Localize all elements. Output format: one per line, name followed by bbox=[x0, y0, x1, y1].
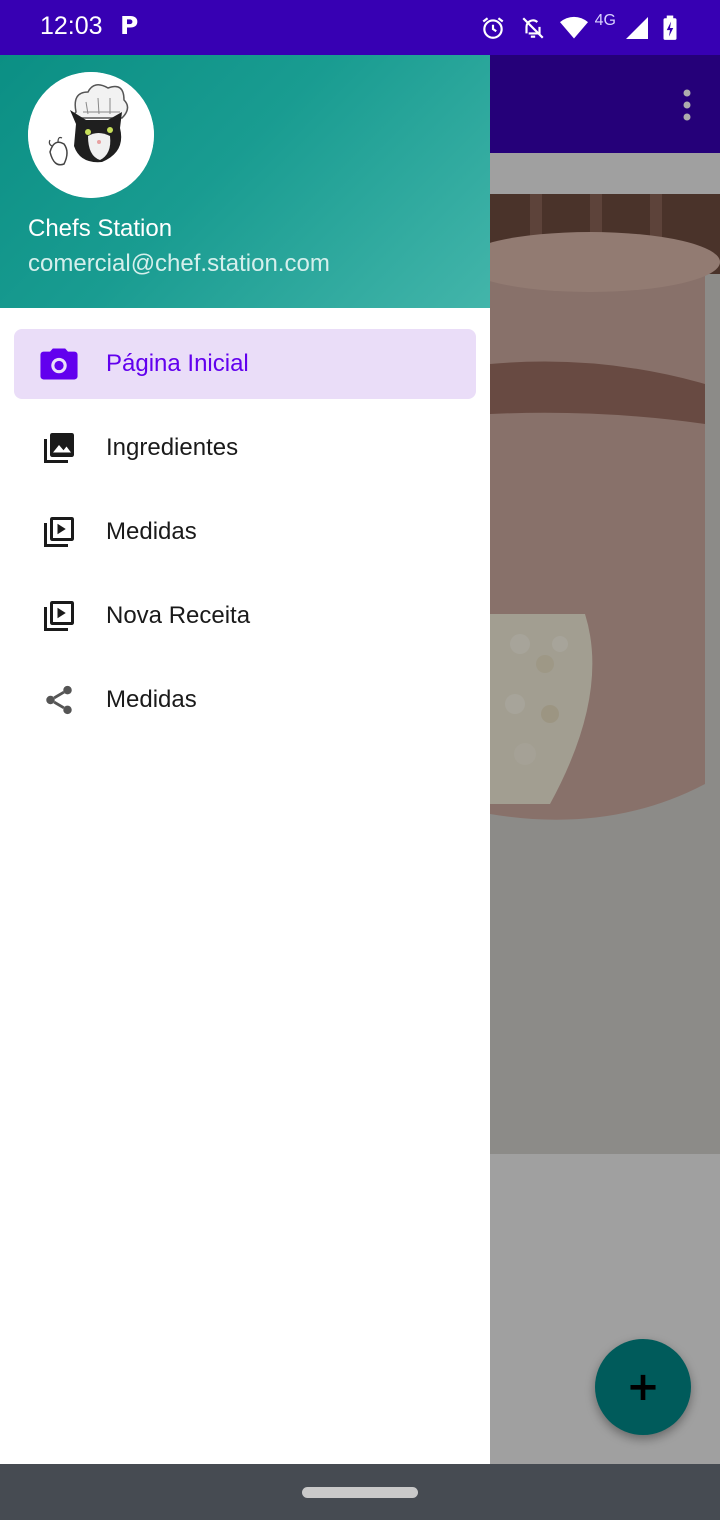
navigation-drawer: Chefs Station comercial@chef.station.com… bbox=[0, 55, 490, 1464]
camera-icon bbox=[40, 345, 78, 383]
system-nav-bar bbox=[0, 1464, 720, 1520]
drawer-header: Chefs Station comercial@chef.station.com bbox=[0, 55, 490, 308]
video-library-icon bbox=[40, 513, 78, 551]
wifi-icon bbox=[560, 16, 588, 40]
app-indicator: P bbox=[120, 11, 139, 40]
menu-item-label: Ingredientes bbox=[106, 434, 239, 461]
menu-item-nova-receita[interactable]: Nova Receita bbox=[14, 581, 476, 651]
menu-item-label: Medidas bbox=[106, 686, 197, 713]
drawer-menu: Página Inicial Ingredientes Medidas Nova… bbox=[0, 329, 490, 749]
status-bar: 12:03 P 4G bbox=[0, 0, 720, 55]
menu-item-label: Página Inicial bbox=[106, 350, 249, 377]
menu-item-pagina-inicial[interactable]: Página Inicial bbox=[14, 329, 476, 399]
menu-item-ingredientes[interactable]: Ingredientes bbox=[14, 413, 476, 483]
photo-library-icon bbox=[40, 429, 78, 467]
menu-item-label: Nova Receita bbox=[106, 602, 251, 629]
status-time: 12:03 bbox=[40, 12, 103, 40]
menu-item-medidas[interactable]: Medidas bbox=[14, 497, 476, 567]
share-icon bbox=[40, 681, 78, 719]
video-library-icon bbox=[40, 597, 78, 635]
home-gesture-handle[interactable] bbox=[302, 1487, 418, 1498]
header-email: comercial@chef.station.com bbox=[28, 250, 330, 277]
alarm-icon bbox=[480, 15, 506, 41]
chef-avatar bbox=[28, 72, 154, 198]
cell-signal-icon bbox=[626, 17, 648, 39]
status-icons bbox=[480, 12, 678, 44]
header-name: Chefs Station bbox=[28, 215, 173, 242]
menu-item-medidas-share[interactable]: Medidas bbox=[14, 665, 476, 735]
menu-item-label: Medidas bbox=[106, 518, 197, 545]
notifications-off-icon bbox=[520, 15, 546, 41]
battery-charging-icon bbox=[662, 15, 678, 41]
